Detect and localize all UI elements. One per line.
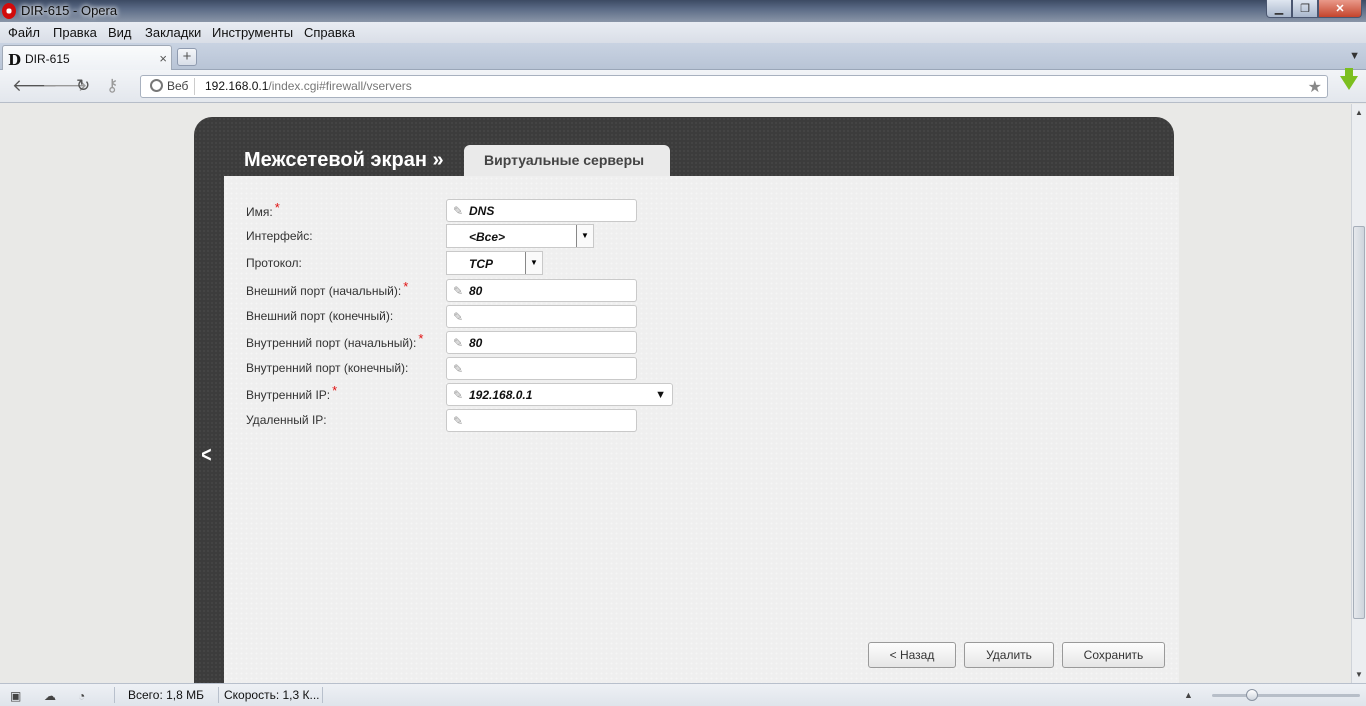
pencil-icon: ✎ [453, 336, 464, 350]
ext-port-start-field[interactable]: ✎ 80 [446, 279, 637, 302]
menu-view[interactable]: Вид [108, 25, 132, 40]
tab-label: DIR-615 [25, 52, 70, 66]
menu-file[interactable]: Файл [8, 25, 40, 40]
close-icon: ✕ [1335, 3, 1345, 15]
required-asterisk: * [403, 279, 409, 294]
title-bar: DIR-615 - Opera ▁ ❐ ✕ [0, 0, 1366, 22]
menu-tools[interactable]: Инструменты [212, 25, 293, 40]
pencil-icon: ✎ [453, 310, 464, 324]
unite-cloud-icon[interactable]: ☁ [44, 689, 56, 703]
interface-select[interactable]: <Все> ▼ [446, 224, 594, 248]
window-title: DIR-615 - Opera [21, 3, 118, 18]
window-controls: ▁ ❐ ✕ [1266, 0, 1362, 18]
key-icon[interactable]: ⚷ [106, 77, 118, 95]
url-text[interactable]: 192.168.0.1/index.cgi#firewall/vservers [205, 79, 412, 93]
zoom-slider-knob[interactable] [1246, 689, 1258, 701]
int-port-start-value: 80 [469, 336, 483, 350]
download-arrow-icon[interactable] [1340, 68, 1358, 90]
pencil-icon: ✎ [453, 362, 464, 376]
protocol-value: TCP [469, 257, 493, 271]
remote-ip-label: Удаленный IP: [246, 413, 327, 427]
int-ip-combobox[interactable]: ✎ 192.168.0.1 ▼ [446, 383, 673, 406]
required-asterisk: * [274, 200, 280, 215]
protocol-label: Протокол: [246, 256, 302, 270]
vertical-scrollbar[interactable]: ▲ ▼ [1351, 104, 1366, 683]
opera-logo-icon[interactable] [2, 3, 16, 19]
pencil-icon: ✎ [453, 204, 464, 218]
tab-menu-chevron-icon[interactable]: ▼ [1349, 50, 1360, 62]
tab-virtual-servers[interactable]: Виртуальные серверы [464, 145, 670, 176]
url-path: /index.cgi#firewall/vservers [268, 79, 412, 93]
protocol-select[interactable]: TCP ▼ [446, 251, 543, 275]
menu-bar: Файл Правка Вид Закладки Инструменты Спр… [0, 22, 1366, 43]
pencil-icon: ✎ [453, 388, 464, 402]
url-host: 192.168.0.1 [205, 79, 269, 93]
zoom-slider[interactable] [1212, 694, 1360, 697]
required-asterisk: * [332, 383, 338, 398]
close-button[interactable]: ✕ [1318, 0, 1362, 18]
view-up-arrow-icon[interactable]: ▲ [1184, 690, 1193, 700]
ext-port-end-label: Внешний порт (конечный): [246, 309, 394, 323]
web-badge[interactable]: Веб [145, 78, 196, 95]
name-value: DNS [469, 204, 495, 218]
int-port-start-field[interactable]: ✎ 80 [446, 331, 637, 354]
collapse-arrow-icon[interactable]: < [201, 442, 211, 468]
turbo-gauge-icon[interactable]: ◔ [78, 689, 85, 703]
name-label: Имя: * [246, 200, 280, 219]
tab-close-icon[interactable]: × [159, 51, 167, 66]
transfer-speed[interactable]: Скорость: 1,3 К... [224, 688, 320, 702]
int-port-end-label: Внутренний порт (конечный): [246, 361, 409, 375]
scroll-thumb[interactable] [1353, 226, 1365, 619]
ext-port-end-field[interactable]: ✎ [446, 305, 637, 328]
address-bar[interactable]: Веб 192.168.0.1/index.cgi#firewall/vserv… [140, 75, 1328, 98]
chevron-down-icon[interactable]: ▼ [525, 252, 542, 274]
scroll-up-icon[interactable]: ▲ [1355, 108, 1363, 117]
bookmark-star-icon[interactable]: ★ [1308, 77, 1322, 97]
dropdown-arrow-icon[interactable]: ▼ [655, 389, 666, 401]
chevron-down-icon[interactable]: ▼ [576, 225, 593, 247]
restore-icon: ❐ [1300, 3, 1310, 15]
globe-icon [150, 79, 163, 92]
status-divider [218, 687, 219, 703]
scroll-down-icon[interactable]: ▼ [1355, 670, 1363, 679]
panel-toggle-icon[interactable]: ▣ [10, 689, 21, 703]
interface-value: <Все> [469, 230, 506, 244]
menu-help[interactable]: Справка [304, 25, 355, 40]
page-heading[interactable]: Межсетевой экран » [244, 149, 444, 172]
menu-bookmarks[interactable]: Закладки [145, 25, 201, 40]
save-button[interactable]: Сохранить [1062, 642, 1165, 668]
new-tab-button[interactable]: + [177, 48, 197, 66]
reload-icon[interactable]: ↻ [76, 77, 90, 95]
tab-bar: D DIR-615 × + ▼ [0, 43, 1366, 71]
int-ip-label: Внутренний IP: * [246, 383, 338, 402]
status-divider [114, 687, 115, 703]
interface-label: Интерфейс: [246, 229, 313, 243]
int-ip-value: 192.168.0.1 [469, 388, 533, 402]
ext-port-start-label: Внешний порт (начальный): * [246, 279, 409, 298]
back-button[interactable]: < Назад [868, 642, 956, 668]
navigation-bar: 🡐 🡒 ↻ ⚷ Веб 192.168.0.1/index.cgi#firewa… [0, 68, 1366, 103]
minimize-button[interactable]: ▁ [1266, 0, 1292, 18]
restore-button[interactable]: ❐ [1292, 0, 1318, 18]
int-port-end-field[interactable]: ✎ [446, 357, 637, 380]
remote-ip-field[interactable]: ✎ [446, 409, 637, 432]
name-field[interactable]: ✎ DNS [446, 199, 637, 222]
required-asterisk: * [418, 331, 424, 346]
menu-edit[interactable]: Правка [53, 25, 97, 40]
pencil-icon: ✎ [453, 414, 464, 428]
pencil-icon: ✎ [453, 284, 464, 298]
ext-port-start-value: 80 [469, 284, 483, 298]
tab-dir615[interactable]: D DIR-615 × [2, 45, 172, 71]
status-bar: ▣ ☁ ◔ Всего: 1,8 МБ Скорость: 1,3 К... ▲ [0, 683, 1366, 706]
delete-button[interactable]: Удалить [964, 642, 1054, 668]
dlink-favicon-icon: D [8, 51, 22, 69]
int-port-start-label: Внутренний порт (начальный): * [246, 331, 424, 350]
status-divider [322, 687, 323, 703]
minimize-icon: ▁ [1274, 3, 1284, 15]
web-badge-label: Веб [167, 79, 189, 93]
transfer-total[interactable]: Всего: 1,8 МБ [128, 688, 204, 702]
form-area: Имя: * ✎ DNS Интерфейс: <Все> ▼ Протокол:… [224, 176, 1179, 696]
